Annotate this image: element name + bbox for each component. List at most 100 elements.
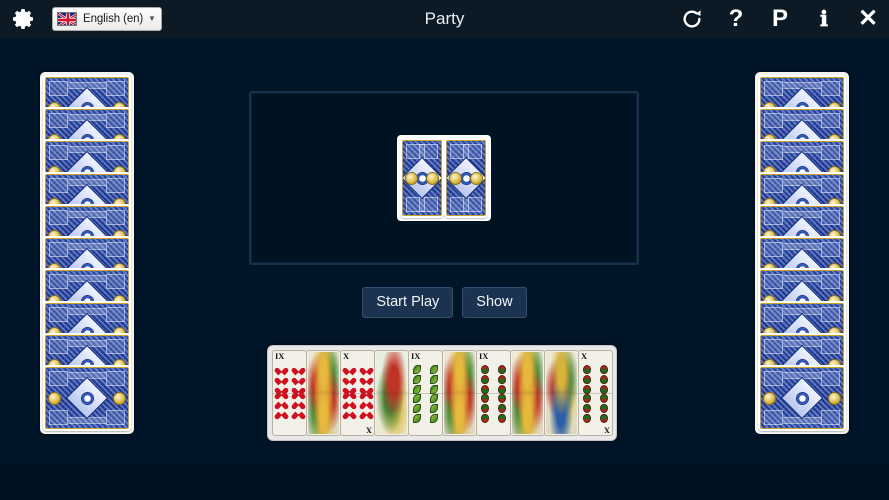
suit-pip-hearts xyxy=(277,404,286,412)
suit-pip-acorns xyxy=(481,404,489,413)
card-back-corner xyxy=(49,145,68,161)
suit-pip-hearts xyxy=(345,394,354,402)
card-rank-bottom: X xyxy=(365,425,372,435)
language-select[interactable]: English (en) ▼ xyxy=(52,7,162,31)
left-opponent-hand[interactable] xyxy=(40,72,134,434)
hand-card[interactable]: IX xyxy=(408,350,443,436)
right-opponent-hand[interactable] xyxy=(755,72,849,434)
card-back-corner xyxy=(106,177,125,193)
card-back-corner xyxy=(49,371,68,386)
suit-pip-acorns xyxy=(600,365,608,374)
suit-pip-hearts xyxy=(277,375,286,383)
card-back-medallion xyxy=(470,171,483,185)
card-back-corner xyxy=(106,274,125,290)
card-back-medallion xyxy=(113,391,126,405)
suit-pip-hearts xyxy=(345,365,354,373)
suit-pip-hearts xyxy=(277,365,286,373)
suit-pip-acorns xyxy=(481,394,489,403)
suit-pip-acorns xyxy=(600,375,608,384)
card-back-corner xyxy=(821,306,840,322)
close-icon[interactable]: ✕ xyxy=(855,4,881,34)
suit-pip-acorns xyxy=(583,375,591,384)
player-hand[interactable]: IX X X IX IX X X xyxy=(267,345,617,441)
suit-pip-acorns xyxy=(583,404,591,413)
start-play-button[interactable]: Start Play xyxy=(362,287,454,318)
suit-pip-leaves xyxy=(413,375,421,384)
hand-card[interactable]: IX xyxy=(476,350,511,436)
card-back-corner xyxy=(106,145,125,161)
settings-button[interactable] xyxy=(8,3,40,35)
hand-card[interactable]: IX xyxy=(272,350,307,436)
card-back-corner xyxy=(106,113,125,129)
hand-card[interactable]: XX xyxy=(578,350,613,436)
suit-pip-hearts xyxy=(345,375,354,383)
card-back-corner xyxy=(106,371,125,386)
suit-pip-hearts xyxy=(362,365,371,373)
suit-pip-hearts xyxy=(345,404,354,412)
opponent-card-back[interactable] xyxy=(758,365,846,431)
suit-pip-leaves xyxy=(413,414,421,423)
card-back-corner xyxy=(821,81,840,96)
card-back-core xyxy=(80,391,94,405)
hand-card[interactable] xyxy=(306,350,341,436)
card-back-art xyxy=(43,365,131,431)
court-scene xyxy=(376,352,407,434)
suit-pip-acorns xyxy=(583,414,591,423)
show-button[interactable]: Show xyxy=(462,287,527,318)
trick-pile[interactable] xyxy=(397,135,491,221)
card-back-corner xyxy=(106,410,125,425)
card-back-corner xyxy=(821,113,840,129)
suit-pip-acorns xyxy=(583,365,591,374)
suit-pip-acorns xyxy=(481,365,489,374)
suit-pip-hearts xyxy=(362,394,371,402)
trick-card-2[interactable] xyxy=(444,138,488,218)
hand-card[interactable] xyxy=(442,350,477,436)
action-button-row: Start Play Show xyxy=(0,287,889,318)
card-back-corner xyxy=(764,274,783,290)
gear-icon xyxy=(13,9,33,29)
suit-pip-acorns xyxy=(498,404,506,413)
opponent-card-back[interactable] xyxy=(43,365,131,431)
suit-pip-hearts xyxy=(362,375,371,383)
parties-icon[interactable]: P xyxy=(767,4,793,34)
hand-card[interactable]: XX xyxy=(340,350,375,436)
trick-card-1[interactable] xyxy=(400,138,444,218)
suit-pip-acorns xyxy=(481,375,489,384)
card-back-corner xyxy=(106,338,125,354)
refresh-icon[interactable] xyxy=(679,4,705,34)
chevron-down-icon: ▼ xyxy=(148,14,156,23)
card-back-frame xyxy=(45,367,129,429)
suit-pip-hearts xyxy=(362,404,371,412)
uk-flag-icon xyxy=(57,12,77,26)
card-back-corner xyxy=(821,338,840,354)
suit-pip-hearts xyxy=(294,375,303,383)
court-figure xyxy=(546,352,577,434)
language-label: English (en) xyxy=(83,13,144,25)
info-icon[interactable]: ℹ xyxy=(811,4,837,34)
suit-pip-leaves xyxy=(430,414,438,423)
card-back-corner xyxy=(821,274,840,290)
card-back-corner xyxy=(49,306,68,322)
play-area[interactable] xyxy=(249,91,639,265)
card-back-corner xyxy=(764,371,783,386)
suit-pip-leaves xyxy=(413,365,421,374)
help-icon[interactable]: ? xyxy=(723,4,749,34)
union-jack xyxy=(58,13,76,25)
card-back-medallion xyxy=(405,171,418,185)
card-back-frame xyxy=(760,367,844,429)
card-rank: IX xyxy=(411,351,421,361)
hand-card[interactable] xyxy=(374,350,409,436)
card-back-corner xyxy=(106,306,125,322)
court-figure xyxy=(308,352,339,434)
card-rank: IX xyxy=(275,351,285,361)
hand-card[interactable] xyxy=(544,350,579,436)
suit-pip-acorns xyxy=(600,414,608,423)
suit-pip-acorns xyxy=(481,414,489,423)
suit-pip-hearts xyxy=(345,414,354,422)
hand-card[interactable] xyxy=(510,350,545,436)
card-back-art xyxy=(444,138,488,218)
suit-pip-acorns xyxy=(481,385,489,394)
card-back-corner xyxy=(764,113,783,129)
suit-pip-hearts xyxy=(294,404,303,412)
card-back-corner xyxy=(764,306,783,322)
